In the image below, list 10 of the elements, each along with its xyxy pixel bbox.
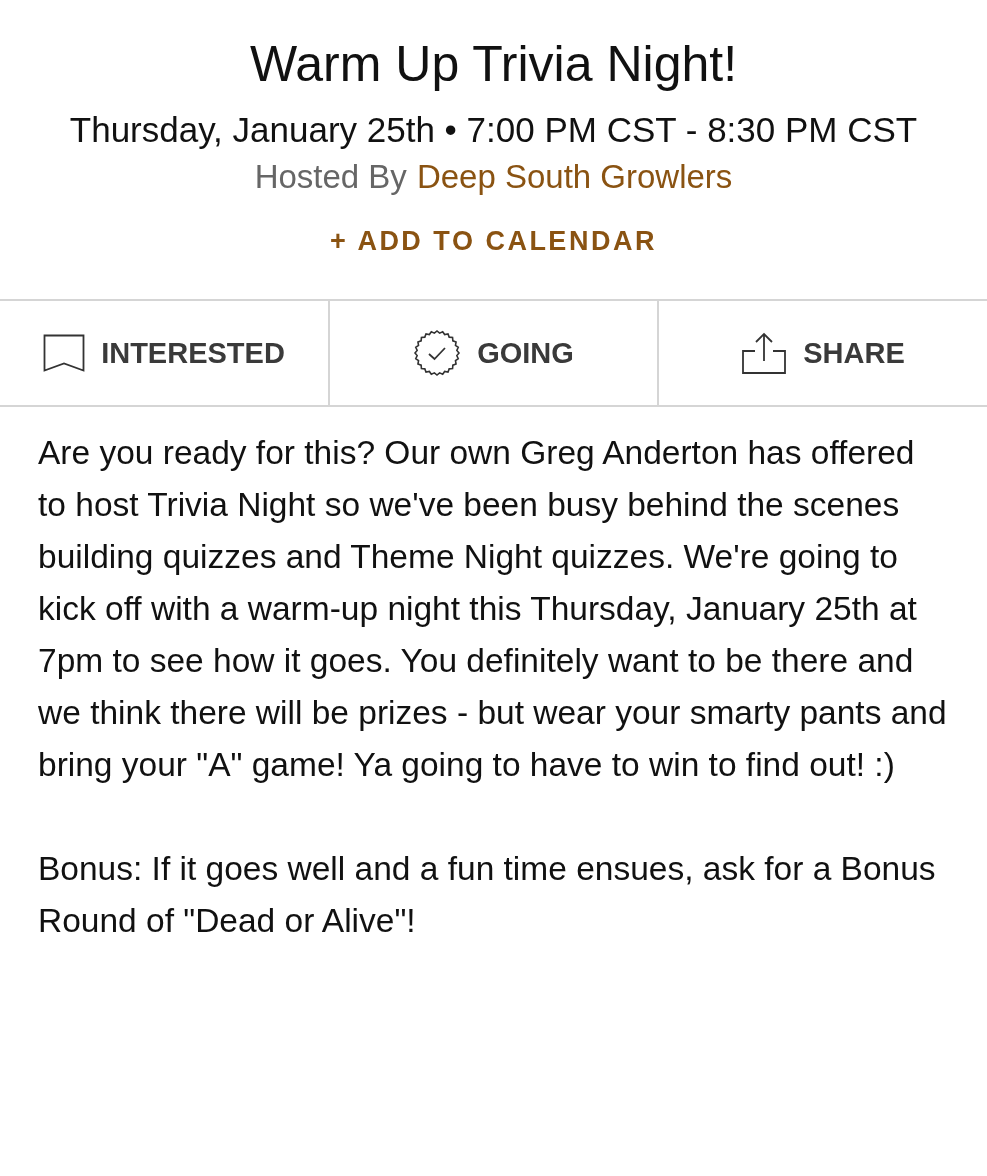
hosted-by-label: Hosted By bbox=[254, 158, 407, 197]
event-datetime: Thursday, January 25th • 7:00 PM CST - 8:30 PM CST bbox=[68, 111, 919, 149]
share-icon bbox=[741, 331, 788, 376]
bookmark-icon bbox=[43, 334, 86, 373]
event-title: Warm Up Trivia Night! bbox=[249, 36, 738, 94]
check-badge-icon bbox=[413, 329, 462, 378]
description-paragraph: Are you ready for this? Our own Greg Anderton has offered to host Trivia Night so we've been busy behind the scenes building quizzes and Theme Night quizzes. We're going to kick off with a warm-up night this Thursday, January 25th at 7pm to see how it goes. You definitely want to be there and we think there will be prizes - but wear your smarty pants and bring your "A" game! Ya going to have to win to find out! :) bbox=[38, 433, 947, 786]
add-to-calendar-link[interactable]: + ADD TO CALENDAR bbox=[330, 226, 657, 258]
description-paragraph: Bonus: If it goes well and a fun time ensues, ask for a Bonus Round of "Dead or Alive"! bbox=[38, 849, 937, 942]
host-link[interactable]: Deep South Growlers bbox=[416, 158, 733, 197]
